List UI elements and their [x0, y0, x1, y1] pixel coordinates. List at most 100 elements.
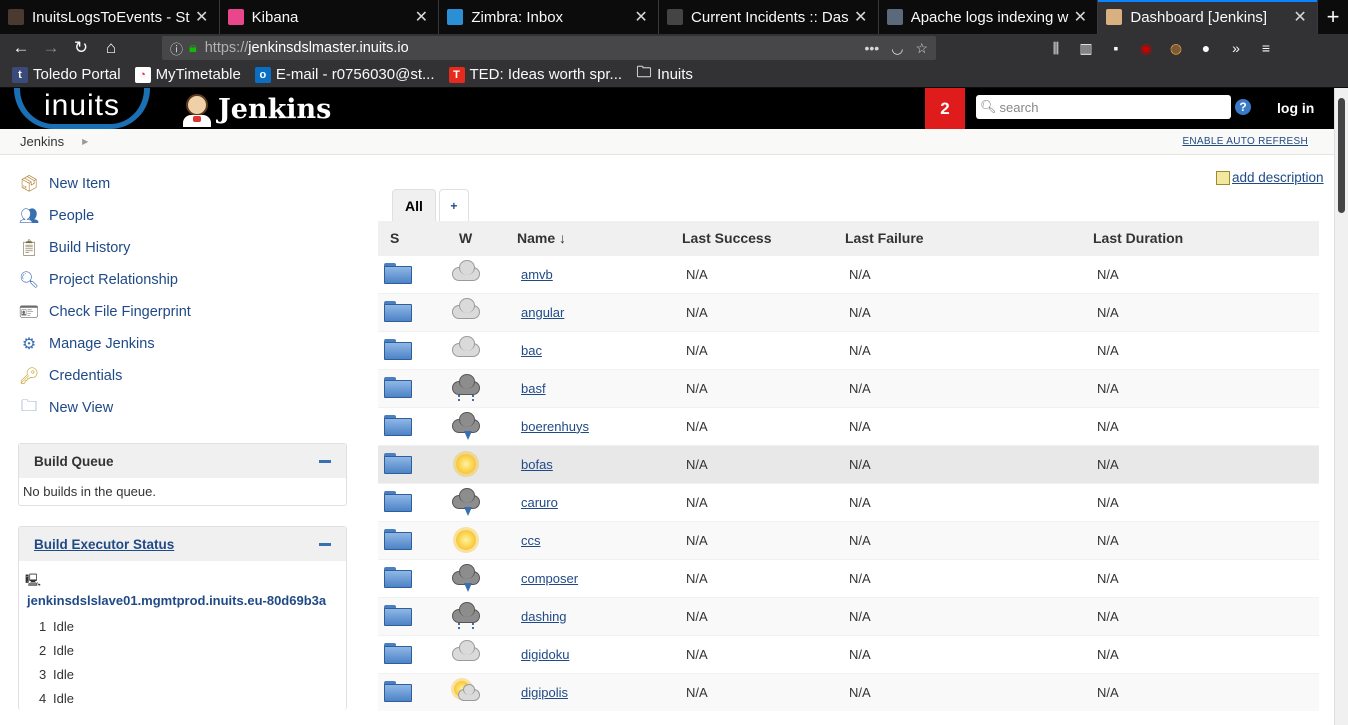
task-label[interactable]: New Item — [49, 176, 110, 192]
job-link[interactable]: amvb — [521, 267, 553, 282]
last-success-cell: N/A — [682, 596, 845, 635]
browser-tab[interactable]: Current Incidents :: Das ✕ — [659, 0, 879, 34]
tab-all[interactable]: All — [392, 189, 436, 221]
task-label[interactable]: Credentials — [49, 368, 122, 384]
job-link[interactable]: bofas — [521, 457, 553, 472]
page-actions-icon[interactable]: ••• — [865, 40, 880, 57]
job-link[interactable]: boerenhuys — [521, 419, 589, 434]
task-new-view[interactable]: 🗀︎ New View — [18, 392, 348, 424]
task-manage-jenkins[interactable]: ⚙ Manage Jenkins — [18, 328, 348, 360]
col-last-success[interactable]: Last Success — [682, 221, 845, 255]
task-new-item[interactable]: 📦︎ New Item — [18, 168, 348, 200]
privacy-badger-icon[interactable]: ◍ — [1166, 40, 1186, 57]
executor-title[interactable]: Build Executor Status — [34, 537, 174, 552]
job-link[interactable]: bac — [521, 343, 542, 358]
browser-tab[interactable]: Zimbra: Inbox ✕ — [439, 0, 660, 34]
account-icon[interactable]: ● — [1196, 40, 1216, 57]
job-link[interactable]: caruro — [521, 495, 558, 510]
col-last-duration[interactable]: Last Duration — [1093, 221, 1319, 255]
collapse-icon[interactable] — [319, 459, 331, 463]
task-label[interactable]: New View — [49, 400, 113, 416]
menu-icon[interactable]: ≡ — [1256, 40, 1276, 57]
ublock-icon[interactable]: ◉ — [1136, 40, 1156, 57]
close-icon[interactable]: ✕ — [1071, 7, 1089, 27]
task-label[interactable]: Check File Fingerprint — [49, 304, 191, 320]
task-label[interactable]: Manage Jenkins — [49, 336, 155, 352]
new-tab-button[interactable]: + — [1318, 0, 1348, 34]
close-icon[interactable]: ✕ — [1291, 7, 1309, 27]
bookmark-item[interactable]: T TED: Ideas worth spr... — [448, 66, 622, 83]
page-scrollbar[interactable] — [1334, 88, 1348, 725]
job-link[interactable]: composer — [521, 571, 578, 586]
overflow-icon[interactable]: » — [1226, 40, 1246, 57]
breadcrumb-arrow-icon[interactable]: ▶ — [82, 137, 88, 146]
job-link[interactable]: basf — [521, 381, 546, 396]
inuits-logo[interactable]: inuits — [14, 88, 150, 129]
weather-cell — [444, 292, 517, 331]
executor-node-link[interactable]: jenkinsdslslave01.mgmtprod.inuits.eu-80d… — [19, 592, 346, 610]
bookmark-item[interactable]: t Toledo Portal — [12, 66, 121, 83]
job-link[interactable]: digidoku — [521, 647, 569, 662]
name-cell: composer — [517, 558, 682, 597]
last-failure-cell: N/A — [845, 254, 1093, 293]
task-label[interactable]: Project Relationship — [49, 272, 178, 288]
enable-auto-refresh-link[interactable]: ENABLE AUTO REFRESH — [1182, 136, 1308, 147]
help-icon[interactable]: ? — [1235, 99, 1251, 115]
task-label[interactable]: People — [49, 208, 94, 224]
sidebar-icon[interactable]: ▥ — [1076, 40, 1096, 57]
job-link[interactable]: angular — [521, 305, 564, 320]
folder-icon — [384, 681, 412, 703]
bookmark-item[interactable]: ◔ MyTimetable — [134, 66, 241, 83]
task-project-relationship[interactable]: 🔍︎ Project Relationship — [18, 264, 348, 296]
info-icon[interactable]: ⓘ — [170, 39, 183, 58]
collapse-icon[interactable] — [319, 542, 331, 546]
name-cell: ccs — [517, 520, 682, 559]
pocket-icon[interactable]: ◡ — [891, 40, 903, 57]
breadcrumb-jenkins[interactable]: Jenkins — [20, 134, 64, 149]
task-people[interactable]: 👥︎ People — [18, 200, 348, 232]
browser-tab[interactable]: Apache logs indexing w ✕ — [879, 0, 1099, 34]
tab-new-view[interactable]: + — [438, 189, 469, 221]
forward-button[interactable]: → — [36, 36, 66, 60]
col-last-failure[interactable]: Last Failure — [845, 221, 1093, 255]
close-icon[interactable]: ✕ — [412, 7, 430, 27]
back-button[interactable]: ← — [6, 36, 36, 60]
add-description-link[interactable]: add description — [1216, 170, 1324, 185]
url-text: https://jenkinsdslmaster.inuits.io — [204, 40, 409, 56]
jenkins-logo[interactable]: Jenkins — [180, 91, 331, 127]
task-credentials[interactable]: 🔑︎ Credentials — [18, 360, 348, 392]
library-icon[interactable]: ⫼ — [1046, 40, 1066, 57]
col-status[interactable]: S — [378, 221, 444, 255]
job-link[interactable]: ccs — [521, 533, 541, 548]
col-weather[interactable]: W — [444, 221, 517, 255]
browser-tab[interactable]: InuitsLogsToEvents - St ✕ — [0, 0, 220, 34]
browser-tab[interactable]: Kibana ✕ — [220, 0, 440, 34]
close-icon[interactable]: ✕ — [193, 7, 211, 27]
add-description-label[interactable]: add description — [1232, 170, 1324, 185]
browser-tab[interactable]: Dashboard [Jenkins] ✕ — [1098, 0, 1319, 34]
task-build-history[interactable]: 📋︎ Build History — [18, 232, 348, 264]
url-bar[interactable]: ⓘ 🔒︎ https://jenkinsdslmaster.inuits.io … — [162, 36, 936, 60]
last-failure-cell: N/A — [845, 330, 1093, 369]
close-icon[interactable]: ✕ — [632, 7, 650, 27]
extension-icon[interactable]: ▪ — [1106, 40, 1126, 57]
scrollbar-thumb[interactable] — [1338, 98, 1345, 213]
col-name[interactable]: Name ↓ — [517, 221, 682, 255]
home-button[interactable]: ⌂ — [96, 36, 126, 60]
last-success-cell: N/A — [682, 368, 845, 407]
login-link[interactable]: log in — [1277, 100, 1314, 116]
task-check-file-fingerprint[interactable]: 🪪︎ Check File Fingerprint — [18, 296, 348, 328]
last-success-cell: N/A — [682, 520, 845, 559]
search-box[interactable]: 🔍︎ — [976, 95, 1231, 119]
bookmark-item[interactable]: 🗀︎ Inuits — [636, 64, 693, 83]
search-input[interactable] — [999, 99, 1220, 115]
notification-badge[interactable]: 2 — [925, 88, 965, 129]
bookmark-star-icon[interactable]: ☆ — [915, 40, 928, 57]
task-label[interactable]: Build History — [49, 240, 130, 256]
job-link[interactable]: dashing — [521, 609, 567, 624]
close-icon[interactable]: ✕ — [852, 7, 870, 27]
reload-button[interactable]: ↻ — [66, 36, 96, 60]
magnifier-icon: 🔍︎ — [18, 272, 40, 289]
bookmark-item[interactable]: o E-mail - r0756030@st... — [254, 66, 435, 83]
job-link[interactable]: digipolis — [521, 685, 568, 700]
